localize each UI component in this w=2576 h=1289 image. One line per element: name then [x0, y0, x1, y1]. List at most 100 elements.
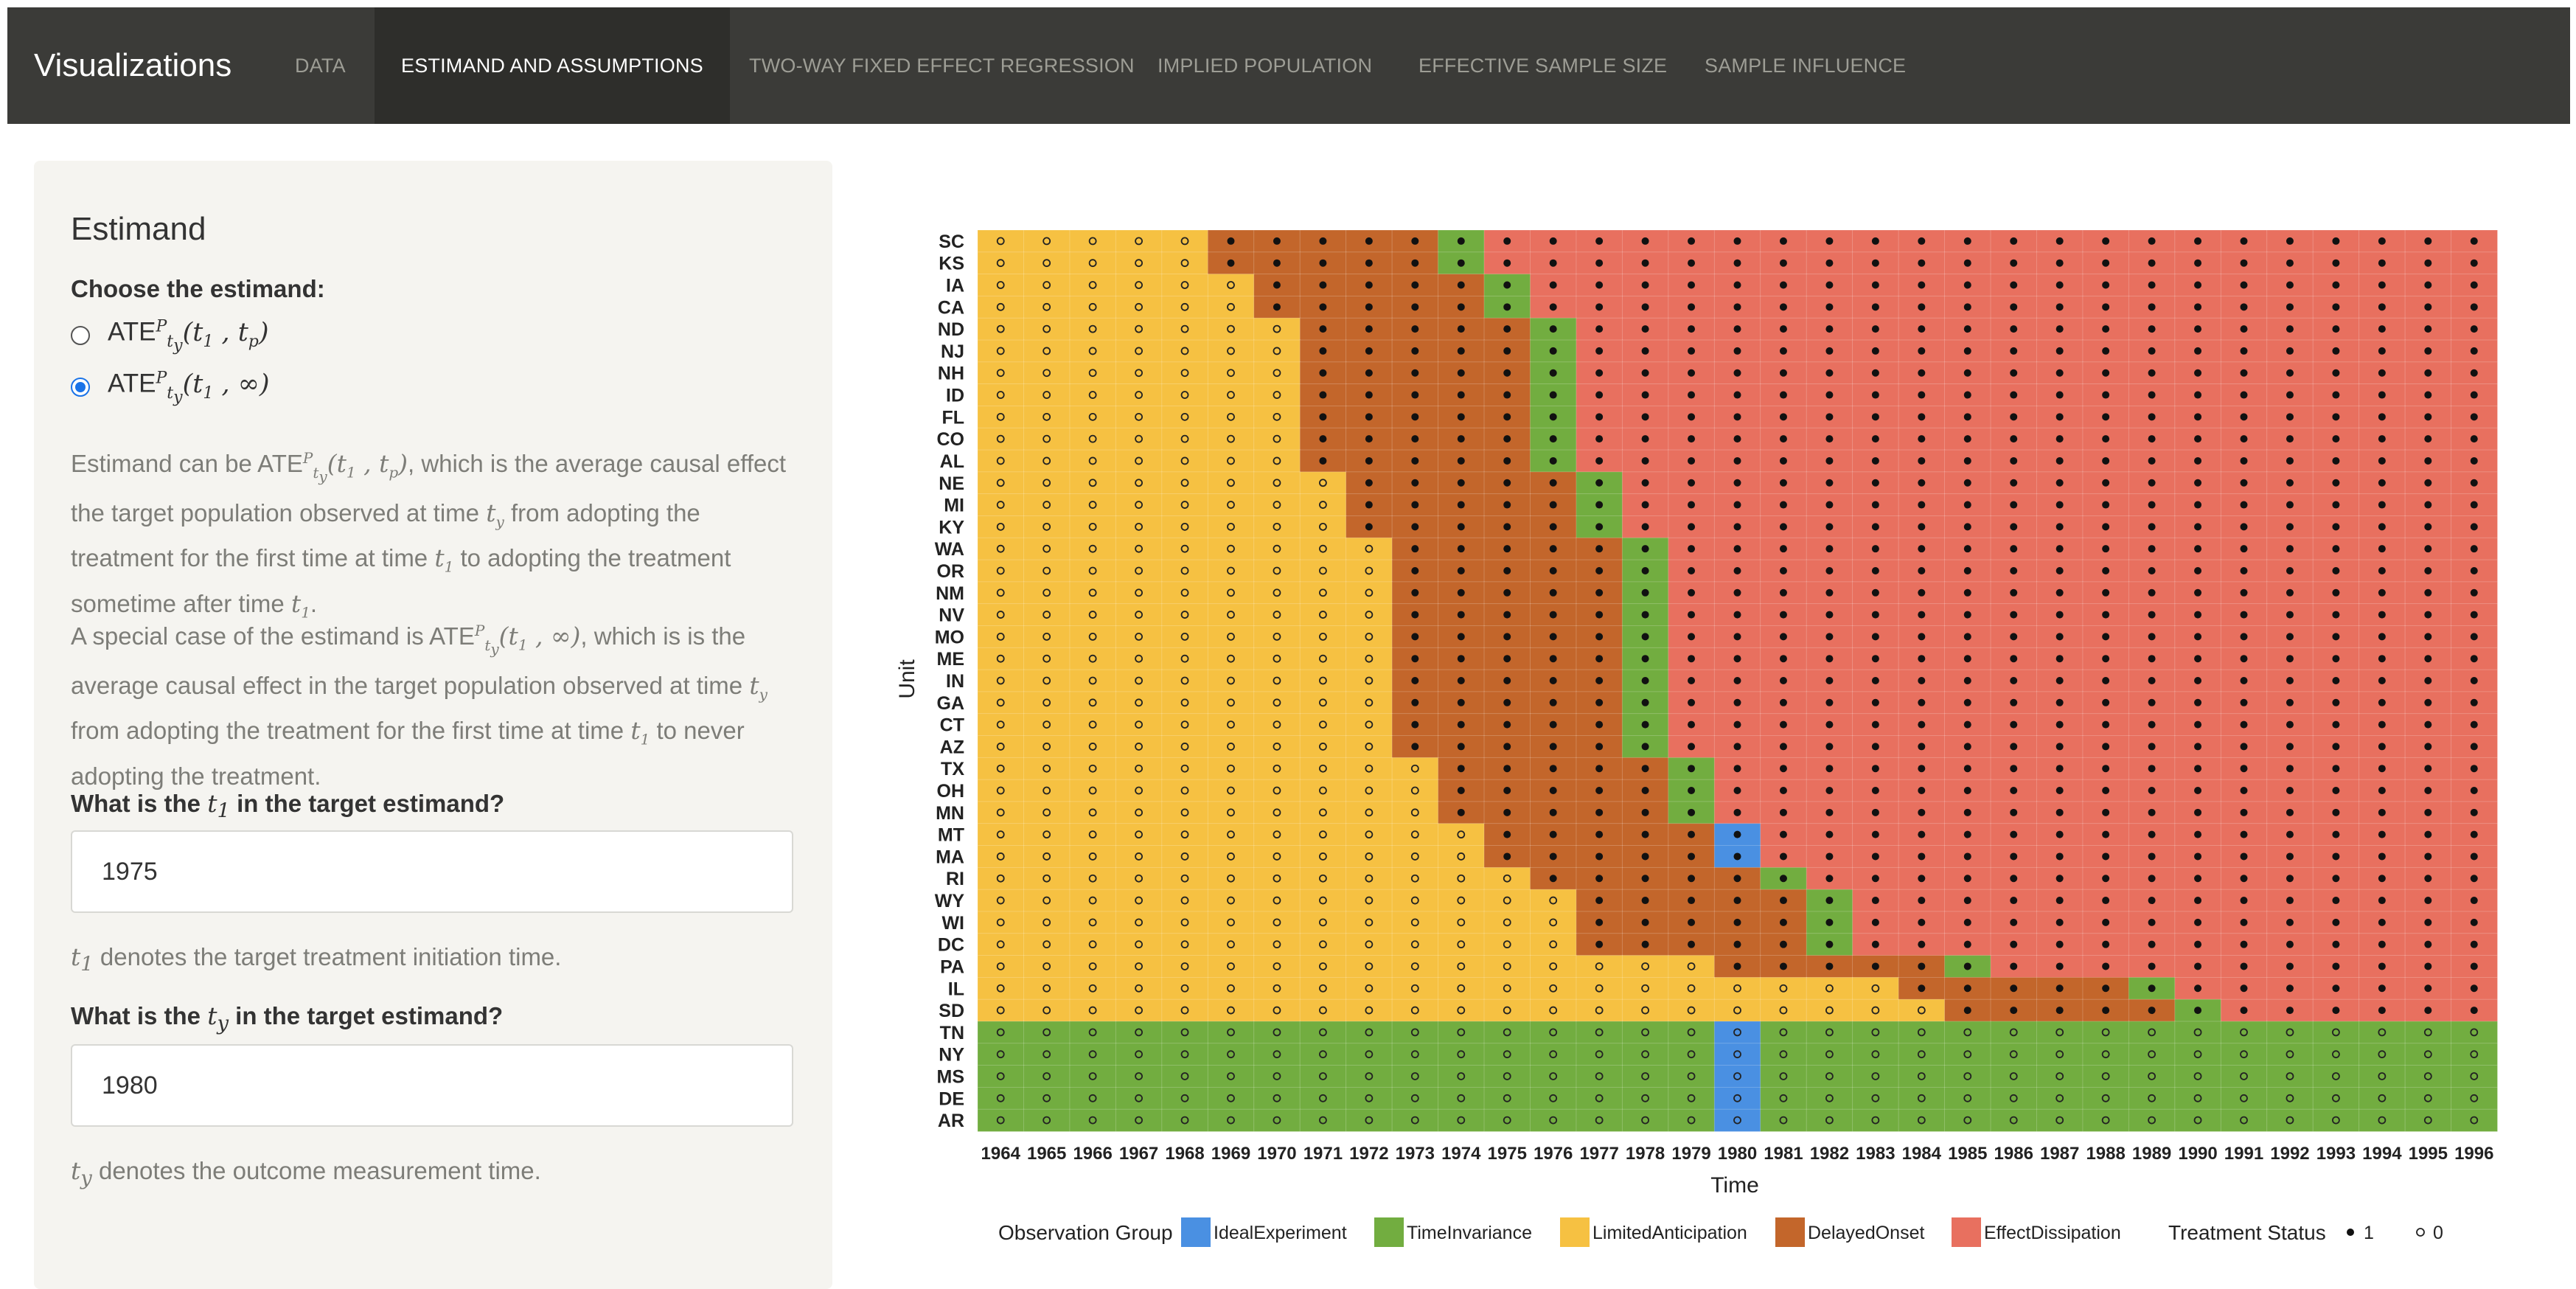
cell-NE-1991: [2220, 471, 2268, 495]
cell-MS-1993: [2312, 1065, 2360, 1088]
cell-OH-1991: [2220, 779, 2268, 802]
untreated-circle: [1641, 1006, 1649, 1015]
cell-SC-1972: [1346, 229, 1393, 253]
cell-MS-1975: [1483, 1065, 1531, 1088]
cell-PA-1966: [1069, 955, 1117, 979]
cell-OR-1990: [2174, 559, 2222, 583]
cell-ID-1976: [1530, 383, 1577, 407]
unit-label-MO: MO: [935, 627, 964, 647]
treated-dot: [1457, 456, 1465, 465]
cell-IA-1974: [1438, 274, 1485, 297]
cell-AL-1969: [1207, 449, 1255, 473]
radio-estimand-tp[interactable]: [71, 326, 90, 345]
cell-CA-1978: [1621, 296, 1669, 319]
treated-dot: [1411, 655, 1419, 663]
untreated-circle: [2009, 1094, 2018, 1102]
cell-WI-1985: [1944, 911, 1991, 934]
treated-dot: [2055, 237, 2064, 245]
cell-MO-1972: [1346, 625, 1393, 649]
cell-FL-1969: [1207, 406, 1255, 429]
treated-dot: [2286, 413, 2294, 421]
cell-NH-1992: [2266, 361, 2314, 385]
treated-dot: [2102, 633, 2110, 641]
brand-title[interactable]: Visualizations: [34, 7, 232, 124]
untreated-circle: [1042, 1094, 1051, 1102]
untreated-circle: [996, 676, 1005, 685]
cell-CO-1993: [2312, 427, 2360, 451]
cell-DE-1981: [1760, 1086, 1808, 1111]
cell-NJ-1984: [1898, 339, 1946, 363]
treated-dot: [2194, 875, 2202, 883]
untreated-circle: [1180, 347, 1189, 355]
cell-AZ-1989: [2128, 735, 2176, 759]
cell-WY-1968: [1161, 889, 1209, 912]
cell-NM-1995: [2404, 581, 2452, 605]
year-label-1982: 1982: [1810, 1144, 1849, 1164]
treated-dot: [1457, 633, 1465, 641]
cell-CA-1977: [1576, 296, 1623, 319]
treated-dot: [1825, 677, 1834, 684]
cell-CO-1991: [2220, 427, 2268, 451]
cell-MA-1993: [2312, 845, 2360, 869]
treated-dot: [1963, 545, 1971, 553]
cell-MA-1967: [1115, 845, 1163, 869]
treated-dot: [1918, 588, 1926, 597]
cell-TN-1980: [1713, 1021, 1761, 1044]
tab-data[interactable]: DATA: [295, 7, 346, 124]
cell-PA-1977: [1576, 955, 1623, 979]
cell-TX-1976: [1530, 757, 1577, 781]
treated-dot: [2055, 413, 2064, 421]
cell-OR-1968: [1161, 559, 1209, 583]
cell-MO-1985: [1944, 625, 1991, 649]
year-label-1994: 1994: [2362, 1144, 2402, 1164]
cell-MI-1994: [2359, 493, 2406, 517]
cell-MN-1993: [2312, 801, 2360, 824]
treated-dot: [1733, 237, 1741, 245]
treated-dot: [1963, 720, 1971, 729]
treated-dot: [1825, 347, 1834, 355]
ty-input[interactable]: 1980: [71, 1044, 793, 1127]
legend-treated-dot: [2347, 1229, 2354, 1236]
cell-MO-1992: [2266, 625, 2314, 649]
cell-MT-1991: [2220, 823, 2268, 847]
cell-NH-1970: [1253, 361, 1301, 385]
cell-NV-1975: [1483, 603, 1531, 627]
untreated-circle: [996, 852, 1005, 861]
radio-label-estimand-infinity[interactable]: ATEPty(t1 , ∞): [108, 369, 270, 406]
tab-implied-population[interactable]: IMPLIED POPULATION: [1158, 7, 1372, 124]
treated-dot: [1779, 479, 1787, 487]
cell-IL-1977: [1576, 976, 1623, 1001]
untreated-circle: [1549, 1116, 1558, 1125]
cell-ME-1986: [1990, 647, 2038, 670]
untreated-circle: [1042, 1116, 1051, 1125]
untreated-circle: [1641, 1116, 1649, 1125]
radio-estimand-infinity[interactable]: [71, 378, 90, 397]
untreated-circle: [2332, 1050, 2340, 1059]
cell-PA-1976: [1530, 955, 1577, 979]
cell-FL-1991: [2220, 406, 2268, 429]
treated-dot: [2010, 435, 2018, 443]
tab-two-way-fixed-effect-regression[interactable]: TWO-WAY FIXED EFFECT REGRESSION: [749, 7, 1135, 124]
cell-TX-1992: [2266, 757, 2314, 781]
untreated-circle: [1319, 566, 1327, 575]
untreated-circle: [2423, 1072, 2432, 1080]
cell-RI-1988: [2082, 866, 2130, 891]
tab-sample-influence[interactable]: SAMPLE INFLUENCE: [1705, 7, 1906, 124]
untreated-circle: [2101, 1094, 2110, 1102]
tab-estimand-and-assumptions[interactable]: ESTIMAND AND ASSUMPTIONS: [375, 7, 730, 124]
cell-DC-1979: [1668, 933, 1716, 956]
cell-MT-1967: [1115, 823, 1163, 847]
untreated-circle: [1135, 720, 1143, 729]
treated-dot: [2194, 566, 2202, 574]
untreated-circle: [1227, 566, 1235, 575]
tab-effective-sample-size[interactable]: EFFECTIVE SAMPLE SIZE: [1418, 7, 1667, 124]
t1-input[interactable]: 1975: [71, 830, 793, 913]
cell-MO-1965: [1023, 625, 1071, 649]
untreated-circle: [1963, 1028, 1972, 1037]
treated-dot: [1411, 698, 1419, 706]
treated-dot: [1411, 391, 1419, 399]
treated-dot: [1871, 698, 1879, 706]
radio-label-estimand-tp[interactable]: ATEPty(t1 , tp): [108, 317, 269, 355]
cell-AZ-1991: [2220, 735, 2268, 759]
unit-label-TX: TX: [941, 759, 964, 779]
